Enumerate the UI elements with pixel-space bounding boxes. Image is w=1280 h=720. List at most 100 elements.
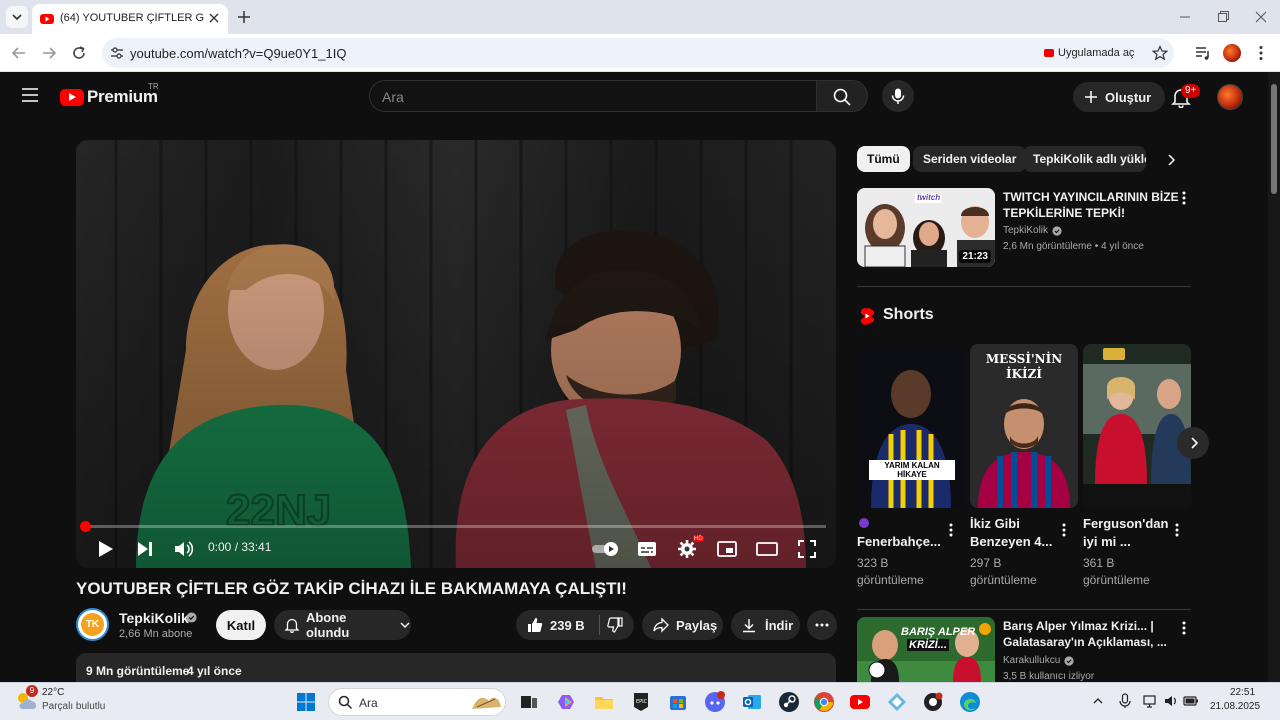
- subscribed-button[interactable]: Abone olundu: [274, 610, 411, 640]
- chip-uploader[interactable]: TepkiKolik adlı yükleyici: [1023, 146, 1146, 172]
- address-bar[interactable]: youtube.com/watch?v=Q9ue0Y1_1IQ Uygulama…: [102, 38, 1174, 68]
- forward-icon[interactable]: [40, 44, 58, 62]
- more-vertical-icon[interactable]: [949, 523, 953, 537]
- scrollbar-thumb[interactable]: [1271, 84, 1277, 194]
- video-player[interactable]: 22NJ 0:00 / 33:41 HD: [76, 140, 836, 568]
- copilot-icon[interactable]: [556, 691, 578, 713]
- more-vertical-icon[interactable]: [1175, 523, 1179, 537]
- volume-icon[interactable]: [172, 538, 194, 560]
- short-thumbnail-2[interactable]: MESSİ'NİN İKİZİ: [970, 344, 1078, 508]
- short-thumbnail-3[interactable]: [1083, 344, 1191, 508]
- edge-icon[interactable]: [959, 691, 981, 713]
- browser-tab-active[interactable]: (64) YOUTUBER ÇİFTLER GÖZ TAKİP CİHAZI İ…: [32, 4, 228, 34]
- windows-start-icon[interactable]: [295, 691, 317, 713]
- weather-badge: 9: [26, 685, 38, 697]
- new-tab-icon[interactable]: [236, 9, 252, 25]
- close-tab-icon[interactable]: [206, 10, 222, 26]
- profile-avatar[interactable]: [1223, 44, 1241, 62]
- download-button[interactable]: İndir: [731, 610, 800, 640]
- related-thumbnail-2[interactable]: BARIŞ ALPER KRİZİ...: [857, 617, 995, 682]
- play-icon[interactable]: [94, 538, 116, 560]
- battery-icon[interactable]: [1183, 693, 1199, 709]
- back-icon[interactable]: [10, 44, 28, 62]
- more-vertical-icon[interactable]: [1182, 621, 1186, 635]
- next-icon[interactable]: [134, 538, 156, 560]
- steam-icon[interactable]: [778, 691, 800, 713]
- related-meta-2: 3,5 B kullanıcı izliyor: [1003, 671, 1095, 682]
- related-channel-2[interactable]: Karakullukcu: [1003, 655, 1060, 666]
- duration: 33:41: [241, 540, 272, 554]
- progress-scrubber[interactable]: [80, 521, 91, 532]
- related-title-line2[interactable]: TEPKİLERİNE TEPKİ!: [1003, 205, 1125, 221]
- clock-date[interactable]: 21.08.2025: [1210, 701, 1260, 712]
- related-title-2-line2[interactable]: Galatasaray'ın Açıklaması, ...: [1003, 634, 1167, 650]
- subtitles-icon[interactable]: [636, 538, 658, 560]
- chevron-up-icon[interactable]: [1092, 695, 1104, 707]
- miniplayer-icon[interactable]: [716, 538, 738, 560]
- youtube-premium-logo[interactable]: Premium TR: [60, 82, 159, 108]
- open-in-app-button[interactable]: Uygulamada aç: [1038, 42, 1142, 64]
- short-title-2-line2[interactable]: Benzeyen 4...: [970, 533, 1052, 551]
- reload-icon[interactable]: [70, 44, 88, 62]
- app-circle-icon[interactable]: [922, 691, 944, 713]
- app-grid-icon[interactable]: [886, 691, 908, 713]
- like-count[interactable]: 239 B: [550, 618, 585, 633]
- short-title-1[interactable]: Fenerbahçe...: [857, 533, 941, 551]
- short-top-text-2: MESSİ'NİN İKİZİ: [985, 352, 1063, 381]
- bell-icon: [284, 618, 300, 633]
- menu-hamburger-icon[interactable]: [20, 86, 40, 104]
- outlook-icon[interactable]: [741, 691, 763, 713]
- youtube-app-taskbar-icon[interactable]: [849, 691, 871, 713]
- autoplay-toggle-icon[interactable]: [590, 538, 622, 560]
- network-icon[interactable]: [1143, 693, 1159, 709]
- bookmark-star-icon[interactable]: [1152, 45, 1168, 61]
- taskbar-search[interactable]: Ara: [328, 688, 506, 716]
- search-button[interactable]: [816, 80, 868, 112]
- related-title-line1[interactable]: TWITCH YAYINCILARININ BİZE: [1003, 189, 1179, 205]
- like-thumb-icon[interactable]: [526, 616, 544, 634]
- microphone-icon[interactable]: [1118, 693, 1132, 709]
- epic-games-icon[interactable]: EPIC: [630, 691, 652, 713]
- short-title-3-line1[interactable]: Ferguson'dan: [1083, 515, 1168, 533]
- more-vertical-icon[interactable]: [1062, 523, 1066, 537]
- related-channel[interactable]: TepkiKolik: [1003, 225, 1048, 236]
- account-avatar[interactable]: [1217, 84, 1243, 110]
- chrome-icon[interactable]: [813, 691, 835, 713]
- short-thumbnail-1[interactable]: YARIM KALAN HİKAYE: [857, 344, 965, 508]
- channel-name[interactable]: TepkiKolik: [119, 610, 189, 626]
- short-title-2-line1[interactable]: İkiz Gibi: [970, 515, 1020, 533]
- file-explorer-icon[interactable]: [593, 691, 615, 713]
- minimize-icon[interactable]: [1178, 10, 1192, 24]
- tab-search-button[interactable]: [6, 6, 28, 28]
- short-title-3-line2[interactable]: iyi mi ...: [1083, 533, 1131, 551]
- channel-avatar[interactable]: TK: [76, 608, 109, 641]
- progress-bar[interactable]: [80, 521, 826, 532]
- site-info-icon[interactable]: [108, 44, 126, 62]
- share-button[interactable]: Paylaş: [642, 610, 723, 640]
- media-controls-icon[interactable]: [1194, 44, 1212, 62]
- close-window-icon[interactable]: [1254, 10, 1268, 24]
- chevron-right-icon[interactable]: [1163, 152, 1179, 168]
- discord-icon[interactable]: [704, 691, 726, 713]
- page-scrollbar[interactable]: [1268, 72, 1280, 682]
- more-vertical-icon[interactable]: [1182, 191, 1186, 205]
- theater-mode-icon[interactable]: [756, 538, 778, 560]
- shorts-next-button[interactable]: [1177, 427, 1209, 459]
- store-icon[interactable]: [667, 691, 689, 713]
- dislike-thumb-icon[interactable]: [606, 616, 624, 634]
- search-input[interactable]: [382, 87, 802, 107]
- join-button[interactable]: Katıl: [216, 610, 266, 640]
- create-button[interactable]: Oluştur: [1073, 82, 1166, 112]
- chip-all[interactable]: Tümü: [857, 146, 910, 172]
- restore-icon[interactable]: [1216, 10, 1230, 24]
- chip-series[interactable]: Seriden videolar: [913, 146, 1027, 172]
- voice-search-button[interactable]: [882, 80, 914, 112]
- browser-menu-icon[interactable]: [1252, 44, 1270, 62]
- related-title-2-line1[interactable]: Barış Alper Yılmaz Krizi... |: [1003, 618, 1154, 634]
- fullscreen-icon[interactable]: [796, 538, 818, 560]
- task-view-icon[interactable]: [518, 691, 540, 713]
- related-thumbnail[interactable]: twitch 21:23: [857, 188, 995, 267]
- volume-icon[interactable]: [1163, 693, 1179, 709]
- clock-time[interactable]: 22:51: [1230, 687, 1255, 698]
- more-actions-button[interactable]: [807, 610, 837, 640]
